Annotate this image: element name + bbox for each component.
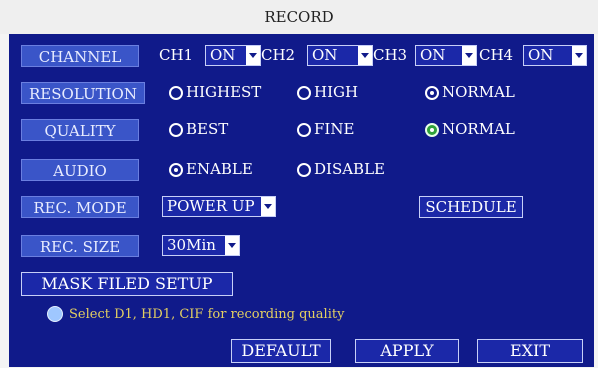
- rec-mode-dropdown-arrow-icon[interactable]: [261, 197, 275, 216]
- ch1-dropdown-arrow-icon[interactable]: [246, 46, 260, 65]
- quality-fine-radio[interactable]: [297, 123, 311, 137]
- hint-text: Select D1, HD1, CIF for recording qualit…: [69, 307, 345, 322]
- selected-dot-icon: [430, 91, 434, 95]
- resolution-normal-label[interactable]: NORMAL: [442, 81, 515, 103]
- info-icon: [47, 306, 63, 322]
- audio-enable-radio[interactable]: [169, 163, 183, 177]
- ch1-value: ON: [210, 46, 236, 64]
- ch1-select[interactable]: ON: [205, 45, 261, 66]
- selected-dot-icon: [430, 128, 434, 132]
- quality-normal-label[interactable]: NORMAL: [442, 118, 515, 140]
- quality-fine-label[interactable]: FINE: [314, 118, 354, 140]
- channel-label: CHANNEL: [21, 45, 139, 67]
- ch4-dropdown-arrow-icon[interactable]: [572, 46, 586, 65]
- ch2-select[interactable]: ON: [307, 45, 373, 66]
- audio-disable-label[interactable]: DISABLE: [314, 158, 385, 180]
- rec-mode-label: REC. MODE: [21, 196, 139, 218]
- ch3-value: ON: [420, 46, 446, 64]
- ch3-label: CH3: [373, 46, 408, 64]
- exit-button[interactable]: EXIT: [477, 339, 583, 363]
- rec-mode-value: POWER UP: [167, 197, 255, 215]
- ch4-label: CH4: [479, 46, 514, 64]
- resolution-label: RESOLUTION: [21, 82, 145, 104]
- quality-label: QUALITY: [21, 119, 139, 141]
- quality-best-radio[interactable]: [169, 123, 183, 137]
- quality-best-label[interactable]: BEST: [186, 118, 228, 140]
- rec-size-value: 30Min: [167, 236, 216, 254]
- resolution-high-radio[interactable]: [297, 86, 311, 100]
- audio-enable-label[interactable]: ENABLE: [186, 158, 253, 180]
- schedule-button[interactable]: SCHEDULE: [419, 196, 523, 218]
- apply-button[interactable]: APPLY: [355, 339, 459, 363]
- audio-disable-radio[interactable]: [297, 163, 311, 177]
- ch1-label: CH1: [159, 46, 194, 64]
- resolution-normal-radio[interactable]: [425, 86, 439, 100]
- ch3-dropdown-arrow-icon[interactable]: [462, 46, 476, 65]
- selected-dot-icon: [174, 168, 178, 172]
- ch2-label: CH2: [261, 46, 296, 64]
- quality-normal-radio[interactable]: [425, 123, 439, 137]
- ch4-select[interactable]: ON: [523, 45, 587, 66]
- ch4-value: ON: [528, 46, 554, 64]
- ch2-value: ON: [312, 46, 338, 64]
- mask-setup-button[interactable]: MASK FILED SETUP: [21, 272, 233, 296]
- audio-label: AUDIO: [21, 159, 139, 181]
- resolution-highest-label[interactable]: HIGHEST: [186, 81, 261, 103]
- default-button[interactable]: DEFAULT: [231, 339, 331, 363]
- rec-size-dropdown-arrow-icon[interactable]: [225, 236, 239, 255]
- resolution-highest-radio[interactable]: [169, 86, 183, 100]
- rec-size-select[interactable]: 30Min: [162, 235, 240, 256]
- record-panel: CHANNEL CH1 ON CH2 ON CH3 ON CH4 ON RESO…: [9, 34, 594, 367]
- rec-mode-select[interactable]: POWER UP: [162, 196, 276, 217]
- window-title: RECORD: [0, 0, 598, 34]
- resolution-high-label[interactable]: HIGH: [314, 81, 358, 103]
- ch2-dropdown-arrow-icon[interactable]: [358, 46, 372, 65]
- rec-size-label: REC. SIZE: [21, 235, 139, 257]
- ch3-select[interactable]: ON: [415, 45, 477, 66]
